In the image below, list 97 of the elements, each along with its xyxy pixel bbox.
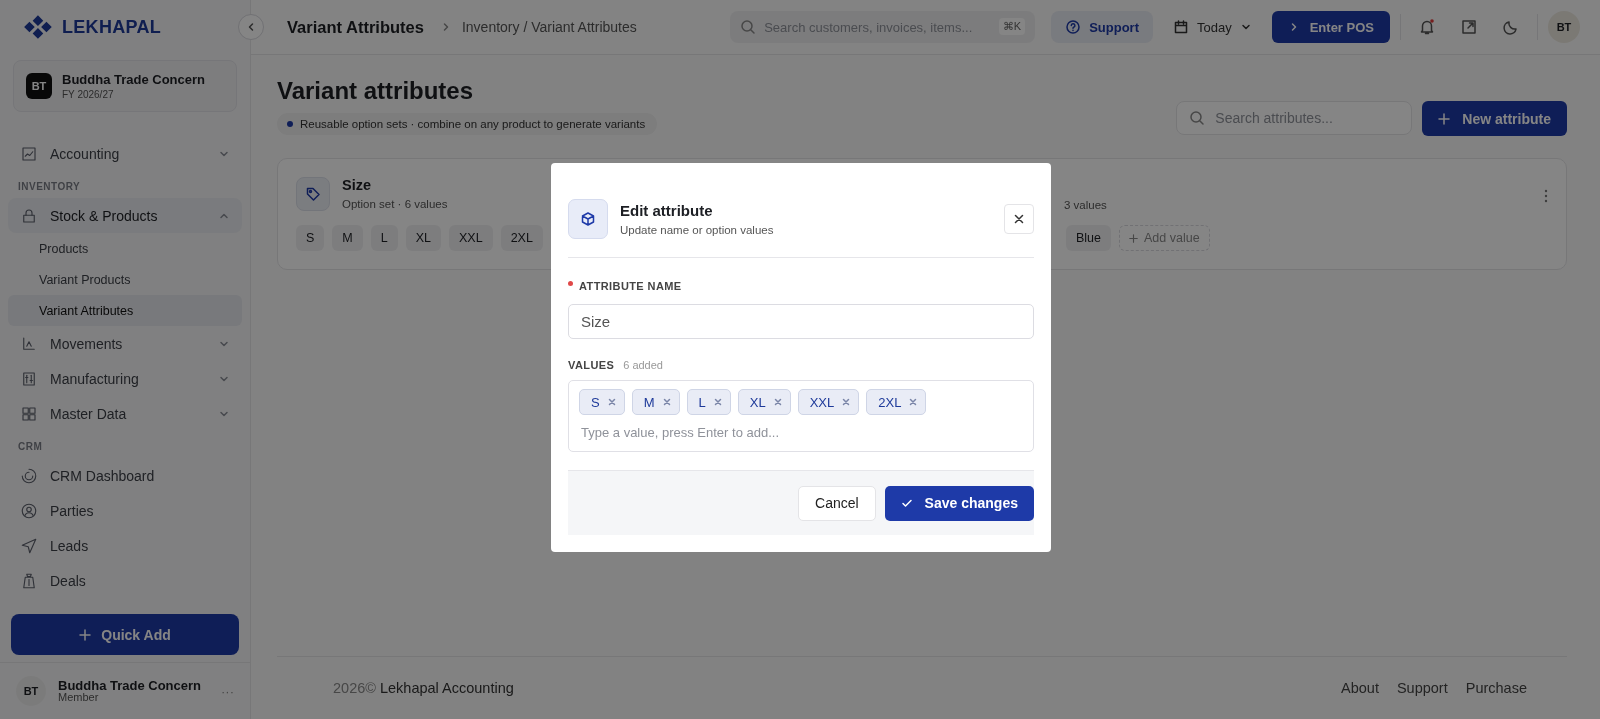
save-changes-button[interactable]: Save changes: [884, 485, 1034, 521]
value-chip: XL: [405, 225, 441, 251]
help-icon: [1065, 19, 1082, 35]
nav-item[interactable]: Movements: [8, 326, 242, 361]
cube-icon: [580, 211, 596, 227]
brand-name: LEKHAPAL: [62, 16, 162, 38]
nav-subitem[interactable]: Variant Products: [8, 264, 242, 295]
footer-company: Lekhapal Accounting: [380, 680, 514, 696]
footer-link[interactable]: Support: [1396, 680, 1448, 696]
external-link-icon: [1460, 18, 1478, 36]
plus-icon: [1129, 233, 1139, 243]
tagline-pill: Reusable option sets · combine on any product to generate variants: [277, 113, 658, 135]
user-name: Buddha Trade Concern: [58, 679, 203, 692]
value-tag: S: [579, 389, 625, 415]
value-chip: S: [296, 225, 325, 251]
date-picker[interactable]: Today: [1163, 19, 1262, 35]
attribute-meta: Option set · 6 values: [342, 198, 449, 210]
values-count: 6 added: [623, 359, 663, 371]
nav-subitem[interactable]: Variant Attributes: [8, 295, 242, 326]
field-label: VALUES: [568, 359, 615, 371]
company-switcher[interactable]: BT Buddha Trade Concern FY 2026/27: [13, 60, 237, 112]
plus-icon: [1438, 112, 1451, 125]
page-title: Variant attributes: [277, 77, 475, 105]
enter-pos-button[interactable]: Enter POS: [1271, 11, 1390, 43]
section-heading: CRM: [17, 440, 44, 454]
search-icon: [740, 19, 757, 35]
remove-icon[interactable]: [773, 398, 782, 406]
value-chip: Blue: [1066, 225, 1112, 251]
footer-link[interactable]: About: [1341, 680, 1379, 696]
calendar-icon: [1173, 19, 1189, 35]
value-chip: M: [332, 225, 363, 251]
tag-icon: [305, 186, 321, 202]
axes-icon: [20, 334, 38, 353]
close-button[interactable]: [1004, 204, 1034, 234]
nav-item[interactable]: Master Data: [8, 396, 242, 431]
value-entry-input[interactable]: Type a value, press Enter to add...: [579, 424, 1023, 441]
lock-icon: [20, 206, 38, 225]
support-button[interactable]: Support: [1051, 11, 1153, 43]
breadcrumb: Inventory / Variant Attributes: [461, 19, 637, 35]
values-input-field[interactable]: S M L XL XXL 2XL Type a value, press Enter to add...: [568, 380, 1034, 452]
chart-icon: [20, 144, 38, 163]
value-chip: 2XL: [500, 225, 543, 251]
remove-icon[interactable]: [662, 398, 671, 406]
copyright-year: 2026©: [333, 680, 376, 696]
plus-icon: [79, 628, 92, 641]
attribute-search-field[interactable]: Search attributes...: [1176, 101, 1413, 135]
value-tag: XL: [737, 389, 791, 415]
user-role: Member: [58, 692, 100, 703]
value-tag: L: [686, 389, 731, 415]
bag-icon: [20, 571, 38, 590]
remove-icon[interactable]: [909, 398, 918, 406]
nav-item[interactable]: Parties: [8, 493, 242, 528]
more-menu[interactable]: ···: [221, 683, 234, 699]
kebab-menu-icon[interactable]: [1544, 189, 1548, 203]
close-icon: [1013, 213, 1025, 225]
value-chip: XXL: [449, 225, 493, 251]
check-icon: [900, 497, 913, 509]
ring-icon: [20, 466, 38, 485]
new-attribute-button[interactable]: New attribute: [1422, 101, 1567, 136]
sliders-icon: [20, 369, 38, 388]
company-avatar: BT: [26, 73, 52, 99]
nav-item[interactable]: Accounting: [8, 136, 242, 171]
remove-icon[interactable]: [842, 398, 851, 406]
nav-subitem[interactable]: Products: [8, 233, 242, 264]
field-label: ATTRIBUTE NAME: [579, 280, 682, 292]
attribute-name-input[interactable]: Size: [568, 304, 1034, 339]
nav-item[interactable]: Stock & Products: [8, 198, 242, 233]
value-tag: M: [631, 389, 680, 415]
add-value-button[interactable]: Add value: [1119, 225, 1210, 251]
footer-link[interactable]: Purchase: [1465, 680, 1527, 696]
user-avatar[interactable]: BT: [1548, 11, 1580, 43]
remove-icon[interactable]: [607, 398, 616, 406]
attribute-name: Size: [342, 177, 372, 193]
attribute-meta: 3 values: [1064, 199, 1108, 211]
quick-add-button[interactable]: Quick Add: [11, 614, 239, 655]
value-tag: XXL: [797, 389, 860, 415]
person-icon: [20, 501, 38, 520]
user-avatar: BT: [16, 676, 46, 706]
nav-item[interactable]: Leads: [8, 528, 242, 563]
dialog-subtitle: Update name or option values: [620, 224, 775, 236]
nav-item[interactable]: CRM Dashboard: [8, 458, 242, 493]
nav-item[interactable]: Deals: [8, 563, 242, 598]
send-icon: [20, 536, 38, 555]
moon-icon: [1502, 18, 1520, 36]
shortcut-hint: ⌘K: [998, 18, 1026, 35]
fiscal-year: FY 2026/27: [62, 89, 115, 100]
grid-icon: [20, 404, 38, 423]
value-tag: 2XL: [866, 389, 927, 415]
value-chip: L: [370, 225, 398, 251]
cancel-button[interactable]: Cancel: [798, 485, 876, 521]
page-heading: Variant Attributes: [287, 17, 424, 37]
remove-icon[interactable]: [713, 398, 722, 406]
search-icon: [1189, 110, 1206, 126]
company-name: Buddha Trade Concern: [62, 72, 206, 87]
section-heading: INVENTORY: [17, 180, 82, 194]
nav-item[interactable]: Manufacturing: [8, 361, 242, 396]
dialog-title: Edit attribute: [620, 202, 714, 219]
